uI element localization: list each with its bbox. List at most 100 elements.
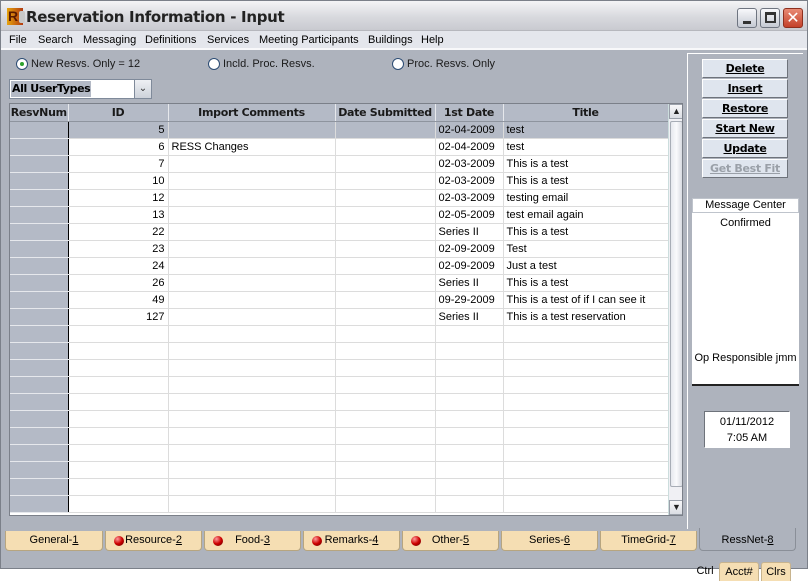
get-best-fit-button[interactable]: Get Best Fit bbox=[702, 159, 788, 178]
cell-title[interactable]: test email again bbox=[503, 206, 669, 224]
empty-cell[interactable] bbox=[435, 461, 504, 479]
cell-title[interactable]: Just a test bbox=[503, 257, 669, 275]
cell-import-comments[interactable] bbox=[168, 189, 336, 207]
empty-cell[interactable] bbox=[168, 495, 336, 513]
tab-other[interactable]: Other-5 bbox=[402, 531, 499, 551]
empty-cell[interactable] bbox=[335, 427, 436, 445]
empty-cell[interactable] bbox=[10, 359, 69, 377]
tab-resource[interactable]: Resource-2 bbox=[105, 531, 202, 551]
cell-title[interactable]: Test bbox=[503, 240, 669, 258]
empty-cell[interactable] bbox=[168, 461, 336, 479]
empty-cell[interactable] bbox=[68, 478, 169, 496]
cell-resvnum[interactable] bbox=[10, 291, 69, 309]
cell-import-comments[interactable] bbox=[168, 240, 336, 258]
tab-series[interactable]: Series-6 bbox=[501, 531, 598, 551]
empty-cell[interactable] bbox=[168, 478, 336, 496]
empty-table-row[interactable] bbox=[10, 410, 669, 428]
cell-date-submitted[interactable] bbox=[335, 206, 436, 224]
cell-date-submitted[interactable] bbox=[335, 138, 436, 156]
cell-import-comments[interactable] bbox=[168, 291, 336, 309]
cell-resvnum[interactable] bbox=[10, 274, 69, 292]
cell-id[interactable]: 24 bbox=[68, 257, 169, 275]
empty-cell[interactable] bbox=[168, 359, 336, 377]
cell-date-submitted[interactable] bbox=[335, 189, 436, 207]
empty-cell[interactable] bbox=[435, 342, 504, 360]
empty-cell[interactable] bbox=[503, 427, 669, 445]
menu-meeting-participants[interactable]: Meeting Participants bbox=[259, 34, 359, 46]
cell-1st-date[interactable]: Series II bbox=[435, 274, 504, 292]
empty-cell[interactable] bbox=[435, 393, 504, 411]
empty-cell[interactable] bbox=[10, 495, 69, 513]
empty-cell[interactable] bbox=[168, 325, 336, 343]
table-row[interactable]: 24 02-09-2009 Just a test bbox=[10, 257, 669, 275]
empty-cell[interactable] bbox=[10, 393, 69, 411]
cell-import-comments[interactable] bbox=[168, 172, 336, 190]
cell-resvnum[interactable] bbox=[10, 121, 69, 139]
cell-1st-date[interactable]: 02-03-2009 bbox=[435, 172, 504, 190]
cell-resvnum[interactable] bbox=[10, 189, 69, 207]
cell-import-comments[interactable] bbox=[168, 274, 336, 292]
vertical-scrollbar[interactable]: ▲ ▼ bbox=[668, 104, 682, 515]
empty-cell[interactable] bbox=[10, 410, 69, 428]
col-header-title[interactable]: Title bbox=[503, 104, 669, 122]
empty-cell[interactable] bbox=[435, 495, 504, 513]
empty-cell[interactable] bbox=[168, 427, 336, 445]
cell-resvnum[interactable] bbox=[10, 206, 69, 224]
empty-cell[interactable] bbox=[503, 325, 669, 343]
scroll-down-icon[interactable]: ▼ bbox=[669, 500, 682, 515]
empty-cell[interactable] bbox=[168, 444, 336, 462]
empty-cell[interactable] bbox=[503, 495, 669, 513]
maximize-button[interactable] bbox=[760, 8, 780, 28]
empty-cell[interactable] bbox=[10, 325, 69, 343]
empty-table-row[interactable] bbox=[10, 444, 669, 462]
empty-cell[interactable] bbox=[435, 325, 504, 343]
empty-cell[interactable] bbox=[10, 376, 69, 394]
empty-cell[interactable] bbox=[168, 393, 336, 411]
restore-button[interactable]: Restore bbox=[702, 99, 788, 118]
empty-cell[interactable] bbox=[68, 342, 169, 360]
empty-cell[interactable] bbox=[435, 376, 504, 394]
empty-cell[interactable] bbox=[503, 410, 669, 428]
cell-title[interactable]: test bbox=[503, 138, 669, 156]
empty-cell[interactable] bbox=[503, 376, 669, 394]
scroll-up-icon[interactable]: ▲ bbox=[669, 104, 682, 119]
cell-date-submitted[interactable] bbox=[335, 308, 436, 326]
empty-cell[interactable] bbox=[335, 359, 436, 377]
empty-table-row[interactable] bbox=[10, 393, 669, 411]
start-new-button[interactable]: Start New bbox=[702, 119, 788, 138]
cell-id[interactable]: 10 bbox=[68, 172, 169, 190]
cell-id[interactable]: 26 bbox=[68, 274, 169, 292]
empty-cell[interactable] bbox=[435, 478, 504, 496]
empty-cell[interactable] bbox=[503, 342, 669, 360]
radio-proc-resvs-only[interactable]: Proc. Resvs. Only bbox=[392, 57, 495, 71]
tab-general[interactable]: General-1 bbox=[5, 531, 103, 551]
menu-messaging[interactable]: Messaging bbox=[83, 34, 136, 46]
minimize-button[interactable] bbox=[737, 8, 757, 28]
radio-incld-proc-resvs[interactable]: Incld. Proc. Resvs. bbox=[208, 57, 315, 71]
cell-date-submitted[interactable] bbox=[335, 172, 436, 190]
cell-import-comments[interactable] bbox=[168, 308, 336, 326]
tab-acct[interactable]: Acct# bbox=[719, 562, 759, 581]
empty-cell[interactable] bbox=[168, 410, 336, 428]
cell-id[interactable]: 12 bbox=[68, 189, 169, 207]
empty-table-row[interactable] bbox=[10, 427, 669, 445]
empty-cell[interactable] bbox=[10, 478, 69, 496]
cell-id[interactable]: 6 bbox=[68, 138, 169, 156]
cell-resvnum[interactable] bbox=[10, 223, 69, 241]
menu-services[interactable]: Services bbox=[207, 34, 249, 46]
cell-1st-date[interactable]: 02-05-2009 bbox=[435, 206, 504, 224]
cell-date-submitted[interactable] bbox=[335, 121, 436, 139]
empty-cell[interactable] bbox=[68, 376, 169, 394]
empty-cell[interactable] bbox=[335, 393, 436, 411]
cell-id[interactable]: 22 bbox=[68, 223, 169, 241]
cell-1st-date[interactable]: 02-09-2009 bbox=[435, 240, 504, 258]
cell-import-comments[interactable] bbox=[168, 121, 336, 139]
empty-cell[interactable] bbox=[68, 325, 169, 343]
close-button[interactable]: ✕ bbox=[783, 8, 803, 28]
empty-cell[interactable] bbox=[335, 461, 436, 479]
empty-cell[interactable] bbox=[435, 427, 504, 445]
cell-id[interactable]: 23 bbox=[68, 240, 169, 258]
cell-id[interactable]: 49 bbox=[68, 291, 169, 309]
empty-cell[interactable] bbox=[10, 342, 69, 360]
empty-cell[interactable] bbox=[503, 478, 669, 496]
